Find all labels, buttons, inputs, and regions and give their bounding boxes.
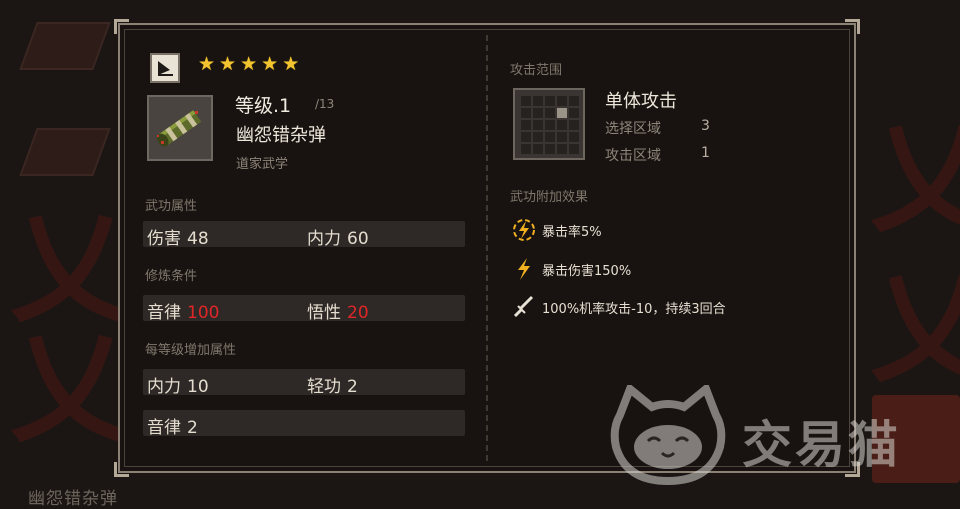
lightning-icon (510, 257, 538, 281)
grid-cell (557, 144, 567, 154)
effect-text: 暴击率5% (542, 224, 602, 240)
attack-area-row: 攻击区域 1 (605, 145, 710, 165)
bg-decoration: 乂 (870, 260, 960, 399)
grid-cell (569, 132, 579, 142)
grid-cell (569, 120, 579, 130)
attack-range-title: 攻击范围 (510, 63, 563, 78)
grid-cell (521, 108, 531, 118)
effect-item: 100%机率攻击-10，持续3回合 (510, 295, 726, 319)
cat-logo-icon (610, 385, 726, 485)
grid-cell (557, 108, 567, 118)
skill-school: 道家武学 (236, 157, 289, 172)
lvl-rhythm: 音律 2 (147, 413, 198, 438)
bg-book-item (19, 22, 111, 70)
req-rhythm: 音律 100 (147, 298, 219, 323)
grid-cell (545, 96, 555, 106)
select-area-row: 选择区域 3 (605, 118, 710, 138)
lvl-qinggong: 轻功 2 (307, 372, 358, 397)
grid-cell (557, 96, 567, 106)
stat-value: 100 (187, 303, 220, 323)
grid-cell (545, 132, 555, 142)
grid-cell (521, 144, 531, 154)
grid-cell (557, 132, 567, 142)
requirements-title: 修炼条件 (145, 269, 198, 284)
attack-type: 单体攻击 (605, 91, 677, 112)
grid-cell (521, 132, 531, 142)
watermark-text: 交易猫 (742, 416, 901, 474)
skill-level-max: /13 (315, 97, 335, 111)
effect-item: 暴击伤害150% (510, 257, 631, 281)
panel-corner (845, 19, 860, 34)
stat-label: 内力 (147, 377, 181, 397)
per-level-row: 音律 2 (143, 410, 465, 438)
grid-cell (533, 144, 543, 154)
bg-book-item (19, 128, 111, 176)
grid-cell (557, 120, 567, 130)
req-insight: 悟性 20 (307, 298, 369, 323)
bg-decoration: 乂 (870, 110, 960, 249)
bg-decoration: 乂 (10, 320, 130, 459)
grid-cell (569, 144, 579, 154)
stat-value: 2 (347, 377, 358, 397)
stat-label: 伤害 (147, 229, 181, 249)
per-level-row: 内力 10 轻功 2 (143, 369, 465, 397)
grid-cell (533, 132, 543, 142)
effect-text: 100%机率攻击-10，持续3回合 (542, 301, 726, 317)
stat-label: 轻功 (307, 377, 341, 397)
grid-cell (569, 108, 579, 118)
watermark: 交易猫 (606, 385, 936, 485)
crit-rate-icon (510, 218, 538, 242)
grid-cell (533, 96, 543, 106)
panel-divider (486, 35, 488, 461)
stat-value: 10 (187, 377, 209, 397)
panel-corner (114, 19, 129, 34)
skill-level: 等级.1 (235, 95, 292, 117)
stat-value: 60 (347, 229, 369, 249)
per-level-title: 每等级增加属性 (145, 343, 237, 358)
skill-name: 幽怨错杂弹 (236, 125, 326, 146)
scroll-icon (147, 95, 213, 161)
effect-item: 暴击率5% (510, 218, 602, 242)
attack-area-label: 攻击区域 (605, 148, 661, 164)
grid-cell (533, 120, 543, 130)
attack-area-value: 1 (701, 145, 710, 161)
stat-value: 2 (187, 418, 198, 438)
star-icon: ★ (282, 53, 300, 75)
star-rating: ★ ★ ★ ★ ★ (198, 54, 299, 74)
lvl-inner: 内力 10 (147, 372, 209, 397)
stat-label: 音律 (147, 303, 181, 323)
stat-label: 音律 (147, 418, 181, 438)
stat-damage: 伤害 48 (147, 224, 209, 249)
extra-effects-title: 武功附加效果 (510, 190, 589, 205)
stat-value: 20 (347, 303, 369, 323)
select-area-value: 3 (701, 118, 710, 134)
stat-label: 内力 (307, 229, 341, 249)
panel-corner (114, 462, 129, 477)
grid-cell (569, 96, 579, 106)
requirements-row: 音律 100 悟性 20 (143, 295, 465, 323)
attack-grid (513, 88, 585, 160)
stat-value: 48 (187, 229, 209, 249)
star-icon: ★ (219, 53, 237, 75)
star-icon: ★ (240, 53, 258, 75)
select-area-label: 选择区域 (605, 121, 661, 137)
flag-icon (150, 53, 180, 83)
grid-cell (533, 108, 543, 118)
grid-cell (545, 120, 555, 130)
sword-icon (510, 295, 538, 319)
star-icon: ★ (261, 53, 279, 75)
stat-label: 悟性 (307, 303, 341, 323)
attributes-row: 伤害 48 内力 60 (143, 221, 465, 249)
grid-cell (521, 120, 531, 130)
bg-item-name: 幽怨错杂弹 (28, 489, 118, 509)
attributes-title: 武功属性 (145, 199, 198, 214)
star-icon: ★ (198, 53, 216, 75)
grid-cell (545, 144, 555, 154)
grid-cell (521, 96, 531, 106)
bg-decoration: 乂 (10, 200, 130, 339)
grid-cell (545, 108, 555, 118)
effect-text: 暴击伤害150% (542, 263, 632, 279)
stat-inner: 内力 60 (307, 224, 369, 249)
